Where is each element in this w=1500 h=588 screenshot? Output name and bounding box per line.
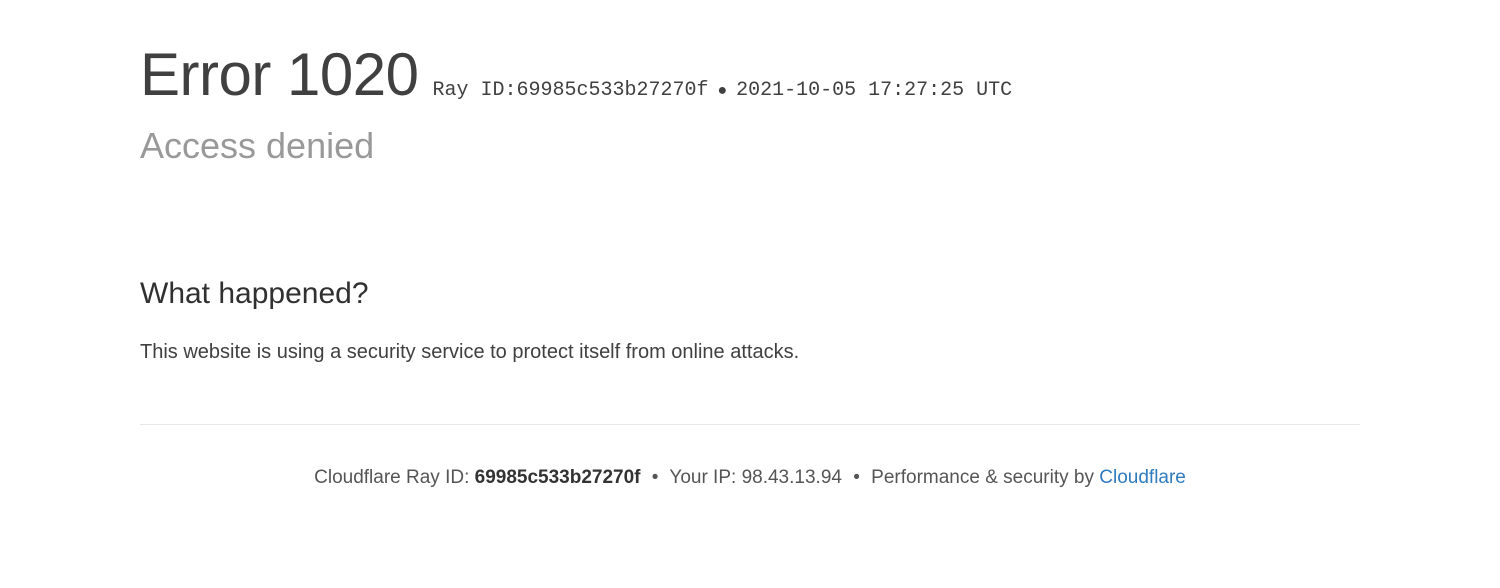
section-heading: What happened? [140,277,850,311]
what-happened-section: What happened? This website is using a s… [140,277,850,368]
footer: Cloudflare Ray ID: 69985c533b27270f • Yo… [140,467,1360,489]
footer-perf-label: Performance & security by [871,467,1099,488]
section-body: This website is using a security service… [140,337,850,368]
ray-id-value: 69985c533b27270f [517,79,709,102]
footer-ip-value: 98.43.13.94 [742,467,842,488]
cloudflare-link[interactable]: Cloudflare [1099,467,1186,488]
timestamp: 2021-10-05 17:27:25 UTC [736,79,1012,102]
error-header: Error 1020 Ray ID: 69985c533b27270f ● 20… [140,40,1360,109]
error-subtitle: Access denied [140,125,1360,167]
error-title: Error 1020 [140,40,418,109]
dot-separator-icon: • [652,467,659,488]
ray-id-label: Ray ID: [432,79,516,102]
footer-ray-id: 69985c533b27270f [475,467,641,488]
footer-ip-label: Your IP: [669,467,741,488]
divider [140,424,1360,425]
bullet-separator-icon: ● [718,82,728,100]
footer-ray-label: Cloudflare Ray ID: [314,467,475,488]
dot-separator-icon: • [853,467,860,488]
ray-info-line: Ray ID: 69985c533b27270f ● 2021-10-05 17… [432,79,1012,102]
